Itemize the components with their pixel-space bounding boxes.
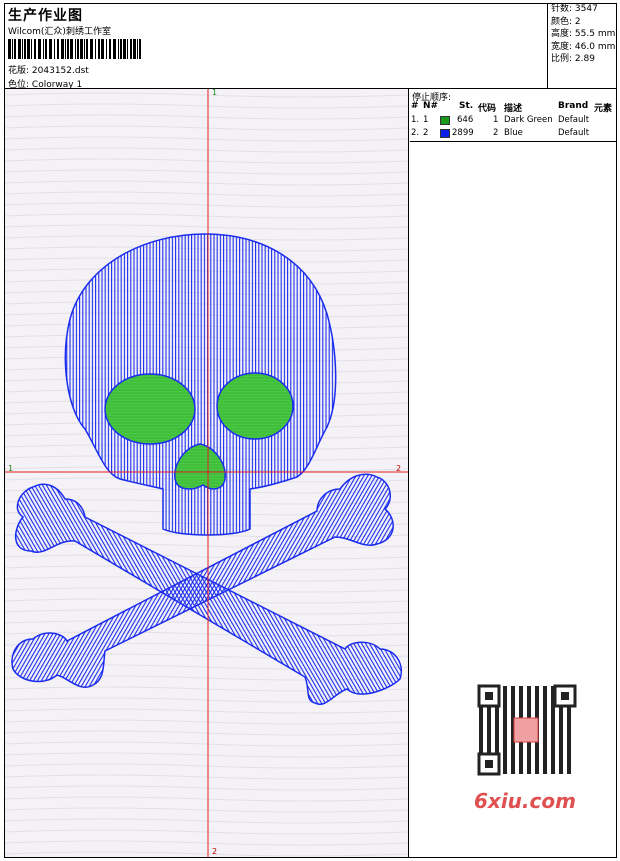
axis-marker-right: 2 — [396, 464, 402, 473]
design-canvas[interactable]: 1 1 2 2 — [5, 89, 409, 857]
barcode-image — [8, 39, 141, 59]
stop-sequence-header: # N# St. 代码 描述 Brand 元素 — [410, 101, 616, 114]
stat-width: 宽度: 46.0 mm — [551, 41, 616, 52]
color-swatch — [440, 116, 450, 125]
design-file-row: 花版: 2043152.dst — [8, 63, 89, 76]
stats-panel: 针数: 3547 颜色: 2 高度: 55.5 mm 宽度: 46.0 mm 比… — [547, 3, 617, 89]
panel-divider — [410, 141, 616, 142]
color-swatch — [440, 129, 450, 138]
qr-code-image — [471, 682, 581, 778]
design-label: 花版: — [8, 66, 30, 76]
col-num-header: # — [411, 101, 419, 111]
left-eye — [104, 373, 196, 445]
col-n-header: N# — [423, 101, 439, 111]
col-desc-header: 描述 — [504, 104, 523, 114]
table-row[interactable]: 1. 1 646 1 Dark Green Default — [410, 115, 616, 127]
stat-scale: 比例: 2.89 — [551, 54, 595, 64]
col-st-header: St. — [459, 101, 474, 111]
stat-stitches: 针数: 3547 — [551, 4, 598, 14]
axis-marker-left: 1 — [8, 464, 14, 473]
col-elem-header: 元素 — [594, 104, 613, 114]
col-code-header: 代码 — [478, 104, 497, 114]
design-value: 2043152.dst — [31, 66, 89, 76]
company-name: Wilcom(汇众)刺绣工作室 — [8, 27, 111, 37]
right-eye — [216, 372, 294, 440]
col-brand-header: Brand — [558, 101, 589, 111]
watermark-logo: 6xiu.com — [474, 789, 576, 813]
axis-marker-top: 1 — [212, 89, 218, 97]
page-title: 生产作业图 — [8, 8, 83, 24]
stat-height: 高度: 55.5 mm — [551, 29, 616, 39]
skull-outline — [64, 233, 337, 536]
table-row[interactable]: 2. 2 2899 2 Blue Default — [410, 128, 616, 140]
skull — [64, 233, 337, 536]
stat-colors: 颜色: 2 — [551, 16, 581, 27]
embroidery-preview — [5, 89, 408, 857]
sheet-header: 生产作业图 Wilcom(汇众)刺绣工作室 花版: 2043152.dst 色位… — [4, 3, 617, 90]
axis-marker-bottom: 2 — [212, 847, 218, 856]
